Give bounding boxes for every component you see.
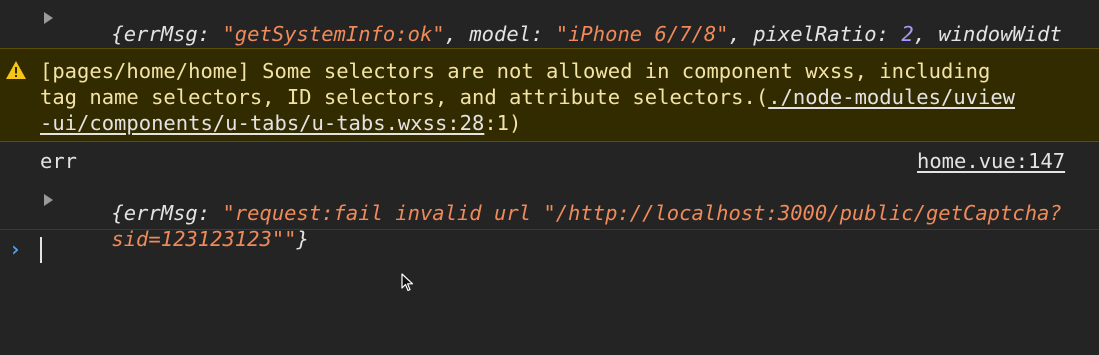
expand-triangle-icon[interactable] [44,194,53,206]
source-link-u-tabs-wxss[interactable]: -ui/components/u-tabs/u-tabs.wxss:28 [40,111,484,135]
source-link-home-vue[interactable]: home.vue:147 [917,148,1065,174]
text-caret [40,237,42,263]
source-link-uview[interactable]: ./node-modules/uview [768,85,1015,109]
console-message-system-info: {errMsg: "getSystemInfo:ok", model: "iPh… [0,0,1099,71]
warning-icon [6,61,26,79]
console-message-err: err home.vue:147 {errMsg: "request:fail … [0,142,1099,251]
warning-text-line-2: tag name selectors, ID selectors, and at… [40,85,1016,109]
warning-text-line-1: [pages/home/home] Some selectors are not… [40,59,991,83]
mouse-cursor-icon [401,273,414,292]
log-label: err [40,149,78,173]
prompt-chevron-icon: › [9,237,22,261]
console-warning-message: [pages/home/home] Some selectors are not… [0,49,1099,141]
warning-text-line-3: -ui/components/u-tabs/u-tabs.wxss:28:1) [40,111,522,135]
console-input-row[interactable]: › [0,230,1099,355]
